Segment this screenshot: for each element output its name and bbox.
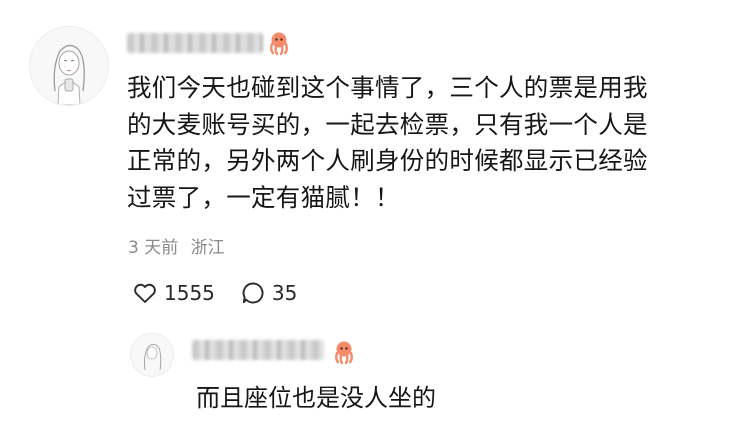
girl-sketch-avatar-image [30, 27, 108, 105]
like-count: 1555 [164, 281, 215, 305]
commenter-avatar[interactable] [29, 26, 109, 106]
sketch-avatar-image [131, 334, 173, 376]
comment-text: 我们今天也碰到这个事情了，三个人的票是用我 的大麦账号买的，一起去检票，只有我一… [127, 70, 687, 216]
comment-text-line: 我们今天也碰到这个事情了，三个人的票是用我 [127, 73, 648, 102]
reply-count: 35 [271, 281, 298, 305]
comment-time: 3 天前 [128, 238, 179, 258]
octopus-badge-icon [331, 339, 357, 365]
reply-avatar[interactable] [130, 333, 174, 377]
like-button[interactable]: 1555 [131, 279, 215, 307]
octopus-badge-icon [266, 30, 292, 56]
speech-bubble-icon [242, 282, 264, 304]
comment-text-line: 过票了，一定有猫腻！！ [127, 182, 400, 212]
comment-actions: 1555 35 [131, 278, 297, 308]
heart-outline-icon [134, 283, 156, 303]
reply-author-name-blurred[interactable] [192, 340, 324, 360]
comment-meta: 3 天前 浙江 [128, 233, 225, 258]
reply-button[interactable]: 35 [239, 279, 297, 307]
comment-text-line: 正常的，另外两个人刷身份的时候都显示已经验 [127, 146, 648, 175]
comment-location: 浙江 [190, 238, 225, 258]
reply-text: 而且座位也是没人坐的 [196, 384, 436, 412]
commenter-name-blurred[interactable] [127, 33, 263, 53]
comment-text-line: 的大麦账号买的，一起去检票，只有我一个人是 [127, 109, 648, 139]
